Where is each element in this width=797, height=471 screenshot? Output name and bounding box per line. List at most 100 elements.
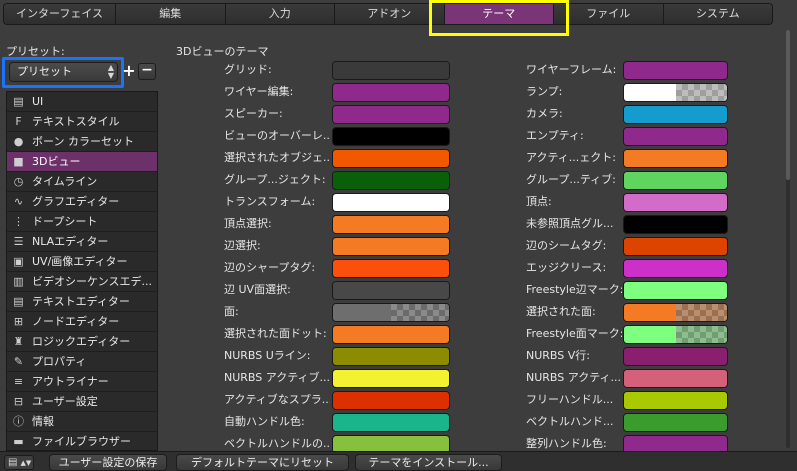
sidebar-item[interactable]: ■ 3Dビュー (7, 152, 157, 172)
color-swatch[interactable] (623, 347, 728, 366)
sidebar-item[interactable]: ⊞ ノードエディター (7, 312, 157, 332)
cube-icon: ■ (13, 155, 24, 168)
sidebar-item-label: ロジックエディター (32, 335, 131, 348)
color-swatch[interactable] (332, 325, 450, 344)
sidebar-item[interactable]: ♜ ロジックエディター (7, 332, 157, 352)
color-fill (624, 62, 727, 79)
editor-type-selector[interactable]: ▤ ▲▼ (4, 455, 34, 470)
color-row-label: 頂点選択: (224, 217, 272, 230)
color-fill (624, 414, 727, 431)
color-swatch[interactable] (623, 61, 728, 80)
text-document-icon: ▤ (13, 295, 24, 308)
color-swatch[interactable] (332, 369, 450, 388)
sidebar-item[interactable]: F テキストスタイル (7, 112, 157, 132)
tab-addons[interactable]: アドオン (335, 4, 445, 24)
color-swatch[interactable] (623, 171, 728, 190)
color-row-label: NURBS アクティ... (526, 371, 622, 384)
color-row-label: 選択されたオブジェ... (224, 151, 330, 164)
color-swatch[interactable] (623, 127, 728, 146)
color-swatch[interactable] (623, 193, 728, 212)
color-row-label: Freestyle辺マーク: (526, 283, 622, 296)
sidebar-item[interactable]: ▤ テキストエディター (7, 292, 157, 312)
color-swatch[interactable] (332, 83, 450, 102)
color-swatch[interactable] (623, 391, 728, 410)
tab-editing[interactable]: 編集 (116, 4, 226, 24)
color-swatch[interactable] (332, 347, 450, 366)
joystick-icon: ♜ (13, 335, 24, 348)
color-swatch[interactable] (623, 369, 728, 388)
color-row-label: エンプティ: (526, 129, 584, 142)
tab-system[interactable]: システム (663, 4, 772, 24)
save-user-settings-button[interactable]: ユーザー設定の保存 (49, 454, 167, 471)
sidebar-item[interactable]: ▥ ビデオシーケンスエデ... (7, 272, 157, 292)
alpha-tint (391, 304, 449, 321)
tab-file[interactable]: ファイル (554, 4, 664, 24)
color-swatch[interactable] (332, 105, 450, 124)
reset-default-theme-button[interactable]: デフォルトテーマにリセット (176, 454, 349, 471)
sidebar-item[interactable]: ▤ UI (7, 92, 157, 112)
sidebar-item[interactable]: ≡ アウトライナー (7, 372, 157, 392)
sidebar-item[interactable]: ✎ プロパティ (7, 352, 157, 372)
color-fill (333, 150, 449, 167)
install-theme-button[interactable]: テーマをインストール... (355, 454, 502, 471)
color-swatch[interactable] (332, 171, 450, 190)
preset-dropdown[interactable]: プリセット ▲ ▼ (9, 62, 118, 82)
color-swatch[interactable] (332, 215, 450, 234)
color-swatch[interactable] (332, 281, 450, 300)
color-swatch[interactable] (623, 237, 728, 256)
remove-preset-button[interactable]: − (138, 63, 156, 80)
color-swatch[interactable] (332, 303, 450, 322)
color-swatch[interactable] (623, 105, 728, 124)
color-row-label: 辺のシャープタグ: (224, 261, 316, 274)
vertical-scrollbar[interactable] (785, 30, 791, 448)
color-swatch[interactable] (623, 413, 728, 432)
sidebar-item[interactable]: ☰ NLAエディター (7, 232, 157, 252)
sidebar-item-label: 情報 (32, 415, 54, 428)
color-swatch[interactable] (623, 215, 728, 234)
color-swatch[interactable] (332, 149, 450, 168)
color-swatch[interactable] (332, 193, 450, 212)
color-fill (624, 282, 727, 299)
sidebar-item[interactable]: ⓘ 情報 (7, 412, 157, 432)
sidebar-item[interactable]: ⊟ ユーザー設定 (7, 392, 157, 412)
tab-input[interactable]: 入力 (225, 4, 335, 24)
color-swatch[interactable] (623, 149, 728, 168)
color-fill (333, 106, 449, 123)
sidebar-item[interactable]: ∿ グラフエディター (7, 192, 157, 212)
color-swatch[interactable] (623, 83, 728, 102)
color-row-label: カメラ: (526, 107, 563, 120)
color-fill (333, 260, 449, 277)
color-swatch[interactable] (623, 303, 728, 322)
tab-interface[interactable]: インターフェイス (4, 4, 116, 24)
color-swatch[interactable] (623, 259, 728, 278)
color-fill (624, 260, 727, 277)
info-icon: ⓘ (13, 415, 24, 428)
preferences-icon: ▤ (8, 457, 18, 468)
sidebar-item-label: UV/画像エディター (32, 255, 128, 268)
color-swatch[interactable] (332, 413, 450, 432)
color-fill (624, 172, 727, 189)
sidebar-item[interactable]: ● ボーン カラーセット (7, 132, 157, 152)
color-swatch[interactable] (332, 127, 450, 146)
dopesheet-icon: ⋮ (13, 215, 24, 228)
color-fill (624, 194, 727, 211)
add-preset-button[interactable]: + (122, 62, 136, 80)
color-swatch[interactable] (623, 325, 728, 344)
sidebar-item[interactable]: ▣ UV/画像エディター (7, 252, 157, 272)
color-row-label: 面: (224, 305, 239, 318)
color-row-label: NURBS V行: (526, 349, 590, 362)
color-swatch[interactable] (332, 259, 450, 278)
sidebar-item[interactable]: ⋮ ドープシート (7, 212, 157, 232)
color-swatch[interactable] (332, 237, 450, 256)
color-fill (333, 62, 449, 79)
sidebar-item[interactable]: ◷ タイムライン (7, 172, 157, 192)
color-row-label: 辺選択: (224, 239, 261, 252)
tab-themes[interactable]: テーマ (444, 4, 554, 24)
color-row-label: 頂点: (526, 195, 552, 208)
color-row-label: NURBS アクティブ... (224, 371, 330, 384)
color-swatch[interactable] (623, 281, 728, 300)
color-swatch[interactable] (332, 391, 450, 410)
wrench-icon: ✎ (13, 355, 24, 368)
sidebar-item[interactable]: ▬ ファイルブラウザー (7, 432, 157, 450)
color-swatch[interactable] (332, 61, 450, 80)
